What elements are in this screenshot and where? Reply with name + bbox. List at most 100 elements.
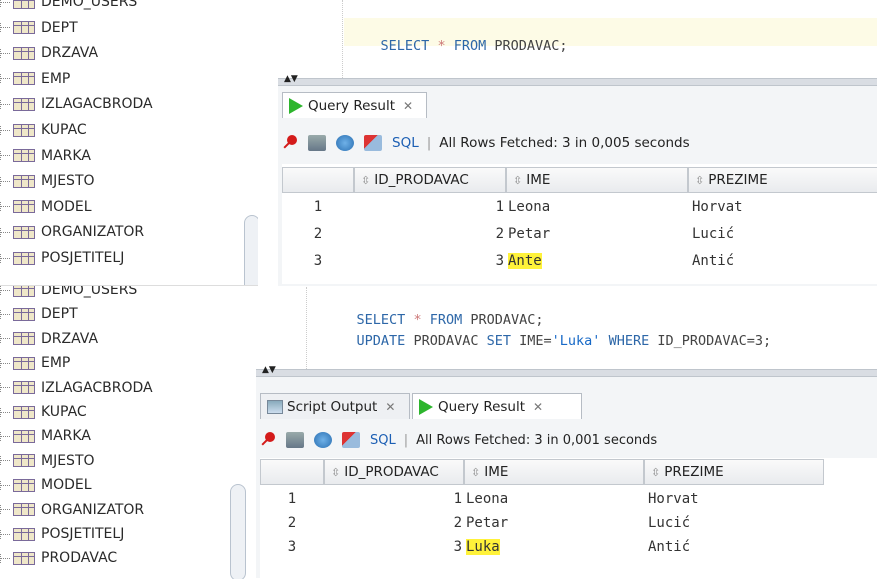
- tree-item-table[interactable]: KUPAC: [0, 400, 87, 424]
- tree-item-table[interactable]: PRODAVAC: [0, 546, 117, 570]
- tree-item-table[interactable]: POSJETITELJ: [0, 246, 124, 270]
- sort-icon[interactable]: ⇳: [471, 466, 480, 479]
- sql-button[interactable]: SQL: [392, 135, 419, 151]
- expand-icon[interactable]: [0, 202, 10, 212]
- refresh-icon[interactable]: [336, 135, 354, 151]
- expand-icon[interactable]: [0, 286, 10, 295]
- tree-item-table[interactable]: DEPT: [0, 16, 78, 40]
- tree-item-table[interactable]: MARKA: [0, 144, 91, 168]
- tree-item-table[interactable]: DEPT: [0, 302, 78, 326]
- splitter-top[interactable]: [278, 78, 877, 86]
- tree-item-table[interactable]: ORGANIZATOR: [0, 220, 144, 244]
- expand-icon[interactable]: [0, 253, 10, 263]
- sql-button[interactable]: SQL: [370, 433, 396, 448]
- expand-icon[interactable]: [0, 505, 10, 515]
- sort-icon[interactable]: ⇳: [513, 174, 522, 187]
- sort-icon[interactable]: ⇳: [651, 466, 660, 479]
- tree-item-table[interactable]: MODEL: [0, 195, 92, 219]
- expand-icon[interactable]: [0, 74, 10, 84]
- tree-item-table[interactable]: DRZAVA: [0, 327, 98, 351]
- column-header[interactable]: ⇳ PREZIME: [688, 167, 877, 193]
- sort-icon[interactable]: ⇳: [361, 174, 370, 187]
- expand-icon[interactable]: [0, 431, 10, 441]
- column-header[interactable]: ⇳ ID_PRODAVAC: [324, 459, 464, 485]
- cell-prezime[interactable]: Lucić: [648, 511, 824, 535]
- tab-query-result-bottom[interactable]: Query Result ✕: [412, 393, 582, 419]
- cell-prezime[interactable]: Horvat: [692, 195, 877, 219]
- column-header[interactable]: ⇳ IME: [506, 167, 688, 193]
- splitter-arrows-icon[interactable]: ▲▼: [262, 365, 276, 375]
- close-icon[interactable]: ✕: [385, 400, 395, 414]
- pin-icon[interactable]: [282, 135, 298, 151]
- tree-scrollbar[interactable]: [230, 484, 246, 579]
- expand-icon[interactable]: [0, 529, 10, 539]
- sort-icon[interactable]: ⇳: [331, 466, 340, 479]
- tree-item-table[interactable]: MJESTO: [0, 169, 95, 193]
- splitter-bottom[interactable]: [256, 369, 877, 377]
- cell-prezime[interactable]: Horvat: [648, 487, 824, 511]
- tree-item-table[interactable]: ORGANIZATOR: [0, 498, 144, 522]
- expand-icon[interactable]: [0, 0, 10, 7]
- cell-ime[interactable]: Ante: [508, 249, 688, 273]
- sql-editor-top[interactable]: SELECT * FROM PRODAVAC;: [278, 0, 877, 79]
- expand-icon[interactable]: [0, 151, 10, 161]
- column-header[interactable]: ⇳ IME: [464, 459, 644, 485]
- tab-script-output[interactable]: Script Output ✕: [260, 393, 410, 419]
- tree-item-table[interactable]: IZLAGACBRODA: [0, 92, 153, 116]
- expand-icon[interactable]: [0, 334, 10, 344]
- expand-icon[interactable]: [0, 456, 10, 466]
- expand-icon[interactable]: [0, 176, 10, 186]
- tree-item-table[interactable]: DRZAVA: [0, 41, 98, 65]
- cell-ime[interactable]: Leona: [508, 195, 688, 219]
- cell-ime[interactable]: Petar: [466, 511, 644, 535]
- cell-id[interactable]: 1: [354, 195, 504, 219]
- cell-prezime[interactable]: Lucić: [692, 222, 877, 246]
- expand-icon[interactable]: [0, 227, 10, 237]
- tree-item-table[interactable]: KUPAC: [0, 118, 87, 142]
- expand-icon[interactable]: [0, 309, 10, 319]
- tree-item-table[interactable]: MARKA: [0, 424, 91, 448]
- close-icon[interactable]: ✕: [403, 99, 413, 113]
- cell-prezime[interactable]: Antić: [648, 535, 824, 559]
- expand-icon[interactable]: [0, 480, 10, 490]
- sort-icon[interactable]: ⇳: [695, 174, 704, 187]
- print-icon[interactable]: [286, 432, 304, 448]
- sql-editor-bottom[interactable]: SELECT * FROM PRODAVAC; UPDATE PRODAVAC …: [256, 287, 877, 370]
- expand-icon[interactable]: [0, 553, 10, 563]
- tree-item-table[interactable]: MODEL: [0, 473, 92, 497]
- refresh-icon[interactable]: [314, 432, 332, 448]
- cell-id[interactable]: 3: [354, 249, 504, 273]
- column-header[interactable]: ⇳ PREZIME: [644, 459, 824, 485]
- cell-ime[interactable]: Leona: [466, 487, 644, 511]
- export-icon[interactable]: [342, 432, 360, 448]
- expand-icon[interactable]: [0, 23, 10, 33]
- tree-item-table[interactable]: DEMO_USERS: [0, 0, 137, 14]
- tree-scrollbar[interactable]: [244, 215, 258, 285]
- tree-item-table[interactable]: MJESTO: [0, 449, 95, 473]
- expand-icon[interactable]: [0, 358, 10, 368]
- cell-ime[interactable]: Petar: [508, 222, 688, 246]
- expand-icon[interactable]: [0, 383, 10, 393]
- cell-id[interactable]: 3: [324, 535, 462, 559]
- tree-item-table[interactable]: EMP: [0, 67, 70, 91]
- tab-query-result-top[interactable]: Query Result ✕: [282, 92, 427, 118]
- cell-id[interactable]: 2: [324, 511, 462, 535]
- expand-icon[interactable]: [0, 48, 10, 58]
- tree-item-table[interactable]: EMP: [0, 351, 70, 375]
- expand-icon[interactable]: [0, 99, 10, 109]
- column-header[interactable]: ⇳ ID_PRODAVAC: [354, 167, 506, 193]
- close-icon[interactable]: ✕: [533, 400, 543, 414]
- expand-icon[interactable]: [0, 407, 10, 417]
- export-icon[interactable]: [364, 135, 382, 151]
- expand-icon[interactable]: [0, 125, 10, 135]
- tree-item-table[interactable]: DEMO_USERS: [0, 286, 137, 302]
- cell-ime[interactable]: Luka: [466, 535, 644, 559]
- cell-id[interactable]: 1: [324, 487, 462, 511]
- splitter-arrows-icon[interactable]: ▲▼: [284, 74, 298, 84]
- print-icon[interactable]: [308, 135, 326, 151]
- tree-item-table[interactable]: POSJETITELJ: [0, 522, 124, 546]
- cell-id[interactable]: 2: [354, 222, 504, 246]
- pin-icon[interactable]: [260, 432, 276, 448]
- tree-item-table[interactable]: IZLAGACBRODA: [0, 376, 153, 400]
- cell-prezime[interactable]: Antić: [692, 249, 877, 273]
